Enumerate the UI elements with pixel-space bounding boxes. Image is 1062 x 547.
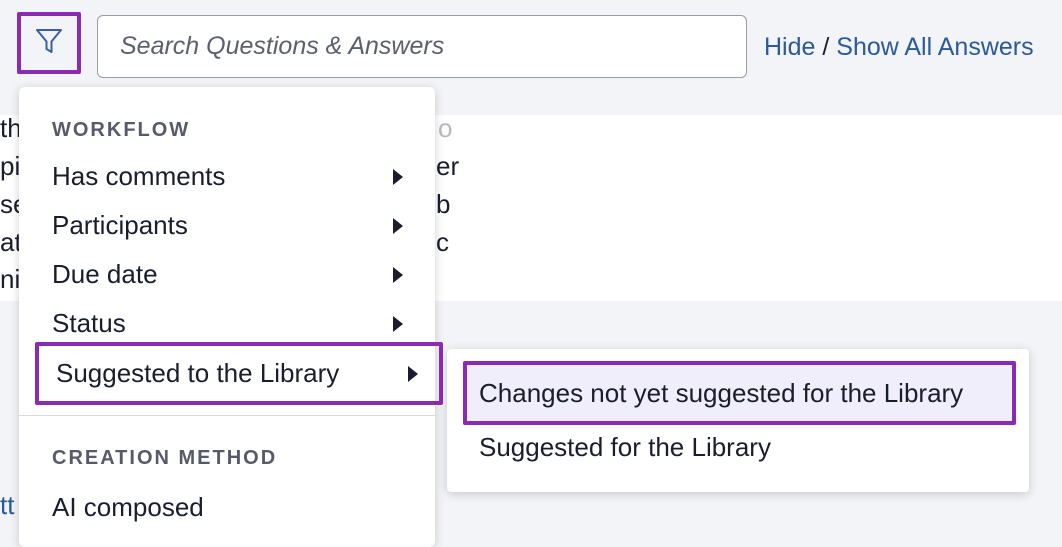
background-text: pi: [0, 151, 21, 181]
menu-item-label: Has comments: [52, 161, 226, 191]
background-text: c: [436, 227, 449, 257]
menu-item-label: Status: [52, 308, 126, 338]
submenu-item-label: Changes not yet suggested for the Librar…: [479, 377, 964, 408]
menu-item-label: AI composed: [52, 492, 204, 522]
background-text: o: [438, 113, 453, 143]
submenu-item-suggested[interactable]: Suggested for the Library: [447, 419, 1029, 475]
menu-item-label: Participants: [52, 210, 188, 240]
menu-item-label: Suggested to the Library: [56, 358, 340, 388]
background-text: er: [436, 151, 460, 181]
caret-right-icon: [408, 365, 418, 382]
menu-item-has-comments[interactable]: Has comments: [19, 152, 435, 201]
menu-divider: [19, 415, 435, 416]
show-all-answers-link[interactable]: Show All Answers: [836, 33, 1033, 61]
filter-funnel-icon: [34, 26, 64, 61]
link-separator: /: [822, 33, 830, 61]
hide-answers-link[interactable]: Hide: [764, 33, 815, 61]
creation-method-section-header: CREATION METHOD: [52, 447, 278, 469]
caret-right-icon: [393, 266, 403, 283]
menu-item-ai-composed[interactable]: AI composed: [19, 483, 435, 532]
submenu-item-not-yet-suggested[interactable]: Changes not yet suggested for the Librar…: [463, 361, 1016, 425]
menu-item-due-date[interactable]: Due date: [19, 250, 435, 299]
menu-item-suggested-to-library[interactable]: Suggested to the Library: [35, 342, 443, 405]
caret-right-icon: [393, 168, 403, 185]
menu-item-label: Due date: [52, 259, 158, 289]
filter-button[interactable]: [17, 12, 81, 74]
background-text: ni: [0, 264, 21, 294]
submenu-item-label: Suggested for the Library: [479, 431, 771, 462]
search-field[interactable]: [97, 15, 747, 78]
background-link[interactable]: tt: [0, 490, 14, 521]
answer-visibility-links: Hide / Show All Answers: [764, 32, 1034, 62]
menu-item-status[interactable]: Status: [19, 299, 435, 348]
suggested-library-submenu: Changes not yet suggested for the Librar…: [447, 349, 1029, 492]
caret-right-icon: [393, 315, 403, 332]
caret-right-icon: [393, 217, 403, 234]
search-input[interactable]: [98, 16, 746, 77]
background-text: b: [436, 189, 451, 219]
filter-menu: WORKFLOW Has comments Participants Due d…: [19, 87, 443, 547]
menu-item-participants[interactable]: Participants: [19, 201, 435, 250]
workflow-section-header: WORKFLOW: [52, 119, 191, 141]
